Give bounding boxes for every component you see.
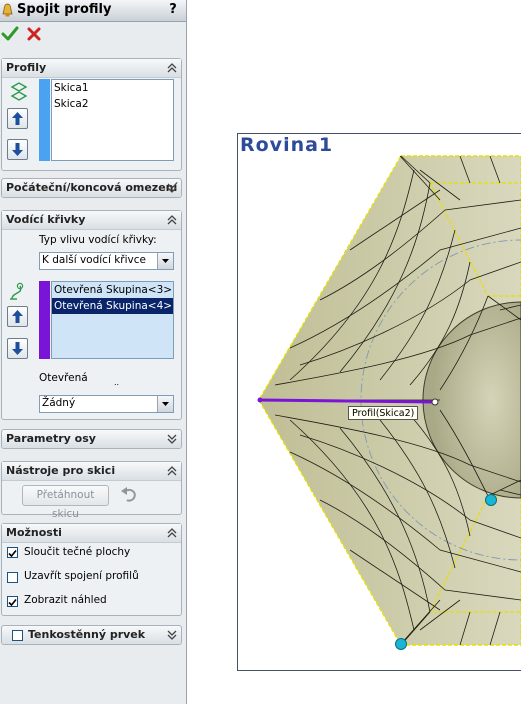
profiles-icon [10, 82, 28, 101]
influence-type-select[interactable]: K další vodící křivce [39, 252, 174, 270]
section-axis-parameters: Parametry osy [1, 429, 182, 449]
tangency-sublabel: .. [114, 378, 120, 387]
ok-cancel-row [0, 23, 186, 47]
expand-chevron-down-icon[interactable] [167, 182, 177, 194]
plane-label: Rovina1 [240, 134, 334, 156]
section-title: Počáteční/koncová omezení [6, 181, 178, 194]
guide-curves-list[interactable]: Otevřená Skupina<3> Otevřená Skupina<4> [51, 281, 174, 359]
collapse-chevron-up-icon[interactable] [167, 527, 177, 539]
section-header[interactable]: Tenkostěnný prvek [2, 626, 181, 644]
arrow-up-icon [12, 112, 23, 125]
chevron-down-icon [162, 259, 169, 263]
move-up-button[interactable] [7, 108, 28, 129]
section-header[interactable]: Parametry osy [2, 430, 181, 448]
check-mark-icon [8, 549, 17, 558]
section-title: Parametry osy [6, 432, 96, 445]
section-header[interactable]: Nástroje pro skici [2, 462, 181, 481]
check-mark-icon [8, 598, 17, 607]
section-thin-feature: Tenkostěnný prvek [1, 625, 182, 645]
section-title: Možnosti [6, 526, 62, 539]
collapse-chevron-up-icon[interactable] [167, 465, 177, 477]
undo-icon[interactable] [119, 486, 139, 504]
property-manager: Spojit profily ? Profily Skica1 Skica2 P… [0, 0, 187, 704]
tangency-type-select[interactable]: Žádný [39, 395, 174, 413]
help-button[interactable]: ? [165, 1, 181, 18]
checkbox-label: Sloučit tečné plochy [24, 546, 131, 558]
dropdown-button[interactable] [157, 396, 173, 412]
cancel-x-icon[interactable] [26, 26, 42, 42]
section-title: Nástroje pro skici [6, 464, 116, 477]
move-down-button[interactable] [7, 139, 28, 160]
section-header[interactable]: Možnosti [2, 524, 181, 543]
arrow-up-icon [12, 310, 23, 323]
guide-curves-icon [10, 282, 24, 300]
show-preview-checkbox[interactable] [7, 596, 18, 607]
expand-chevron-down-icon[interactable] [167, 433, 177, 445]
feature-title: Spojit profily [17, 2, 112, 17]
checkbox-label: Uzavřít spojení profilů [24, 570, 139, 582]
section-header[interactable]: Vodící křivky [2, 211, 181, 230]
section-start-end-constraints: Počáteční/koncová omezení [1, 178, 182, 198]
section-title: Vodící křivky [6, 213, 86, 226]
select-value: K další vodící křivce [42, 254, 146, 266]
plane-boundary [237, 133, 521, 671]
tangency-label: Otevřená [39, 372, 88, 384]
section-header[interactable]: Počáteční/koncová omezení [2, 179, 181, 197]
section-title: Profily [6, 61, 47, 74]
title-bar: Spojit profily ? [0, 0, 186, 22]
section-header[interactable]: Profily [2, 59, 181, 78]
arrow-down-icon [12, 143, 23, 156]
profile-color-bar [39, 79, 50, 161]
move-down-button[interactable] [7, 338, 28, 359]
list-item-selected[interactable]: Otevřená Skupina<4> [52, 298, 173, 314]
thin-feature-checkbox[interactable] [12, 630, 23, 641]
checkbox-label: Zobrazit náhled [24, 594, 107, 606]
section-title: Tenkostěnný prvek [28, 628, 146, 641]
close-loft-checkbox[interactable] [7, 572, 18, 583]
list-item[interactable]: Skica1 [52, 80, 173, 96]
merge-tangent-faces-checkbox[interactable] [7, 547, 18, 558]
move-up-button[interactable] [7, 306, 28, 327]
ok-checkmark-icon[interactable] [1, 25, 19, 43]
list-item[interactable]: Otevřená Skupina<3> [52, 282, 173, 298]
select-value: Žádný [42, 397, 76, 409]
collapse-chevron-up-icon[interactable] [167, 214, 177, 226]
expand-chevron-down-icon[interactable] [167, 629, 177, 641]
influence-type-label: Typ vlivu vodící křivky: [39, 234, 157, 246]
profiles-list[interactable]: Skica1 Skica2 [51, 79, 174, 161]
list-item[interactable]: Skica2 [52, 96, 173, 112]
dropdown-button[interactable] [157, 253, 173, 269]
loft-feature-icon [2, 3, 13, 17]
guide-color-bar [39, 281, 50, 359]
collapse-chevron-up-icon[interactable] [167, 62, 177, 74]
chevron-down-icon [162, 402, 169, 406]
arrow-down-icon [12, 342, 23, 355]
drag-sketch-button[interactable]: Přetáhnout skicu [22, 485, 109, 520]
profile-callout[interactable]: Profil(Skica2) [348, 406, 419, 420]
